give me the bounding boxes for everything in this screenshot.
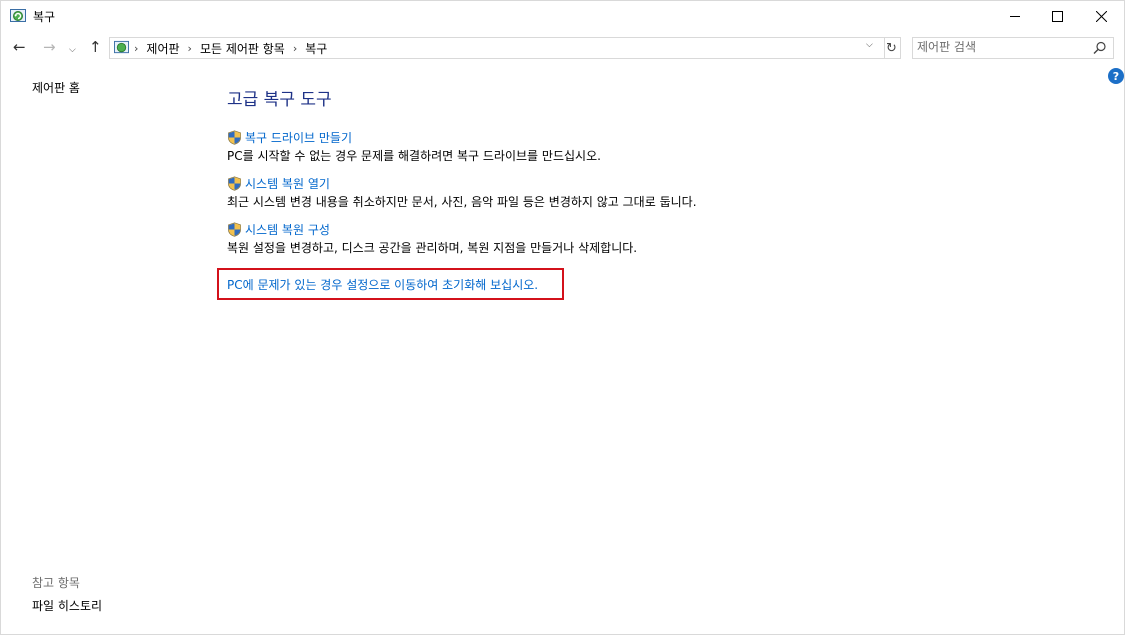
search-input[interactable] (917, 39, 1087, 55)
address-dropdown-chevron-icon[interactable]: ⌵ (866, 40, 873, 50)
back-arrow-icon[interactable]: ← (13, 39, 26, 55)
search-icon[interactable] (1093, 41, 1107, 55)
recent-locations-chevron-icon[interactable]: ⌵ (69, 42, 76, 58)
forward-arrow-icon[interactable]: → (43, 39, 56, 55)
task-description: 최근 시스템 변경 내용을 취소하지만 문서, 사진, 음악 파일 등은 변경하… (227, 195, 697, 209)
breadcrumb: › 제어판 › 모든 제어판 항목 › 복구 (134, 40, 327, 57)
task-link-label[interactable]: 시스템 복원 구성 (245, 221, 330, 238)
uac-shield-icon (228, 129, 241, 145)
breadcrumb-separator-icon[interactable]: › (293, 42, 297, 55)
page-title: 고급 복구 도구 (227, 90, 332, 110)
breadcrumb-separator-icon[interactable]: › (134, 42, 138, 55)
breadcrumb-item[interactable]: 제어판 (146, 40, 179, 57)
maximize-icon (1051, 10, 1063, 22)
control-panel-icon (114, 40, 129, 54)
task-open-system-restore: 시스템 복원 열기 최근 시스템 변경 내용을 취소하지만 문서, 사진, 음악… (227, 175, 697, 210)
recovery-window: 복구 ← → ⌵ ↑ › 제어판 › 모든 제어판 항목 › 복구 ⌵ ↻ 제어… (0, 0, 1125, 635)
close-button[interactable] (1078, 1, 1124, 31)
help-icon[interactable]: ? (1108, 68, 1124, 84)
breadcrumb-item[interactable]: 모든 제어판 항목 (200, 40, 285, 57)
uac-shield-icon (228, 175, 241, 191)
reset-pc-link[interactable]: PC에 문제가 있는 경우 설정으로 이동하여 초기화해 보십시오. (227, 276, 538, 293)
navigation-bar: ← → ⌵ ↑ › 제어판 › 모든 제어판 항목 › 복구 ⌵ ↻ (1, 31, 1124, 65)
task-link[interactable]: 시스템 복원 열기 (227, 175, 697, 191)
search-box[interactable] (912, 37, 1114, 59)
task-link[interactable]: 복구 드라이브 만들기 (227, 129, 601, 145)
task-link-label[interactable]: 복구 드라이브 만들기 (245, 129, 352, 146)
task-description: 복원 설정을 변경하고, 디스크 공간을 관리하며, 복원 지점을 만들거나 삭… (227, 241, 638, 255)
task-create-recovery-drive: 복구 드라이브 만들기 PC를 시작할 수 없는 경우 문제를 해결하려면 복구… (227, 129, 601, 164)
control-panel-home-link[interactable]: 제어판 홈 (32, 79, 80, 96)
minimize-button[interactable] (992, 1, 1038, 31)
recovery-app-icon (10, 9, 26, 22)
up-arrow-icon[interactable]: ↑ (89, 39, 102, 55)
maximize-button[interactable] (1034, 1, 1080, 31)
title-bar[interactable]: 복구 (1, 1, 1124, 31)
close-icon (1095, 10, 1107, 22)
address-bar[interactable]: › 제어판 › 모든 제어판 항목 › 복구 ⌵ (109, 37, 885, 59)
window-title: 복구 (33, 10, 56, 24)
reset-pc-highlight: PC에 문제가 있는 경우 설정으로 이동하여 초기화해 보십시오. (217, 268, 564, 300)
task-link-label[interactable]: 시스템 복원 열기 (245, 175, 330, 192)
breadcrumb-item[interactable]: 복구 (305, 40, 327, 57)
task-configure-system-restore: 시스템 복원 구성 복원 설정을 변경하고, 디스크 공간을 관리하며, 복원 … (227, 221, 637, 256)
uac-shield-icon (228, 221, 241, 237)
refresh-button[interactable]: ↻ (883, 37, 901, 59)
minimize-icon (1010, 15, 1020, 17)
refresh-icon: ↻ (886, 40, 897, 56)
file-history-link[interactable]: 파일 히스토리 (32, 597, 102, 614)
task-description: PC를 시작할 수 없는 경우 문제를 해결하려면 복구 드라이브를 만드십시오… (227, 149, 601, 163)
see-also-heading: 참고 항목 (32, 576, 80, 590)
breadcrumb-separator-icon[interactable]: › (188, 42, 192, 55)
task-link[interactable]: 시스템 복원 구성 (227, 221, 637, 237)
